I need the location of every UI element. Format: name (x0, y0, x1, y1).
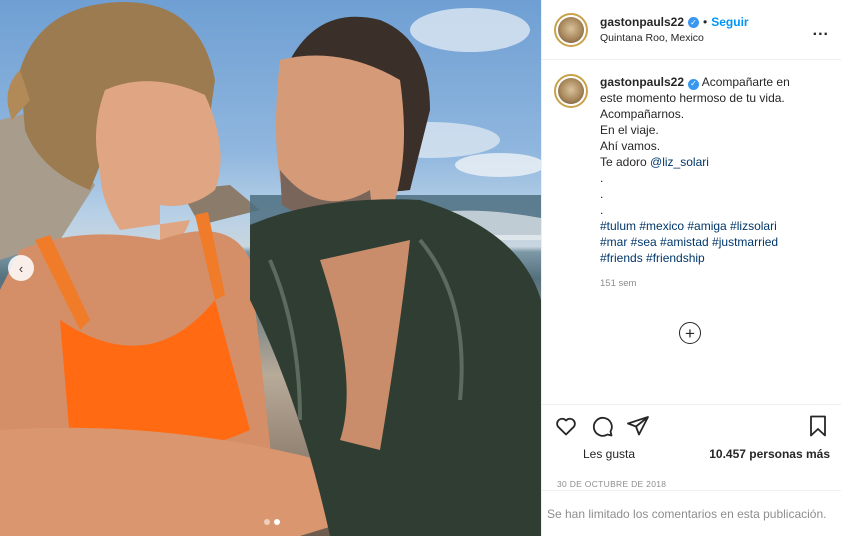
header-separator: • (703, 15, 708, 29)
caption-line: este momento hermoso de tu vida. (600, 91, 785, 105)
caption-dot: . (600, 203, 604, 217)
share-icon[interactable] (626, 414, 650, 438)
likes-row: Les gusta 10.457 personas más (542, 447, 841, 461)
hashtag-line[interactable]: #mar #sea #amistad #justmarried (600, 234, 790, 250)
add-comment-icon[interactable]: + (679, 322, 701, 344)
caption-dot: . (600, 171, 604, 185)
hashtag-line[interactable]: #friends #friendship (600, 250, 790, 266)
caption-line: Acompañarte en (701, 75, 790, 89)
post-date: 30 DE OCTUBRE DE 2018 (557, 479, 667, 489)
carousel-indicator (264, 519, 280, 525)
post-header: gastonpauls22 ✓ • Seguir Quintana Roo, M… (542, 0, 841, 60)
likes-count[interactable]: 10.457 personas más (709, 447, 830, 461)
chevron-left-icon: ‹ (18, 260, 24, 276)
comments-limited-notice: Se han limitado los comentarios en esta … (542, 490, 841, 536)
verified-icon: ✓ (688, 16, 700, 28)
caption-line: Ahí vamos. (600, 139, 661, 153)
time-ago: 151 sem (600, 278, 637, 289)
caption-mention-line: Te adoro @liz_solari (600, 154, 790, 170)
caption: gastonpauls22 ✓ Acompañarte en este momen… (542, 60, 841, 402)
heart-icon[interactable] (554, 414, 578, 438)
likes-label: Les gusta (583, 447, 636, 461)
avatar[interactable] (554, 12, 588, 47)
caption-mention-prefix: Te adoro (600, 155, 651, 169)
post-photo[interactable]: ‹ (0, 0, 541, 536)
comment-icon[interactable] (590, 414, 614, 438)
hashtag-line[interactable]: #tulum #mexico #amiga #lizsolari (600, 218, 790, 234)
post-panel: gastonpauls22 ✓ • Seguir Quintana Roo, M… (541, 0, 841, 536)
caption-dot: . (600, 187, 604, 201)
follow-button[interactable]: Seguir (711, 15, 748, 29)
header-username[interactable]: gastonpauls22 (600, 15, 684, 29)
photo-illustration (0, 1, 541, 536)
carousel-dot (264, 519, 270, 525)
caption-line: En el viaje. (600, 123, 659, 137)
caption-line: Acompañarnos. (600, 107, 685, 121)
carousel-previous-button[interactable]: ‹ (8, 255, 34, 281)
carousel-dot-active (274, 519, 280, 525)
mention-link[interactable]: @liz_solari (650, 155, 709, 169)
location-link[interactable]: Quintana Roo, Mexico (600, 32, 749, 44)
caption-username[interactable]: gastonpauls22 (600, 75, 684, 89)
action-bar: Les gusta 10.457 personas más 30 DE OCTU… (542, 404, 841, 489)
more-options-icon[interactable]: ... (813, 22, 829, 40)
verified-icon: ✓ (688, 78, 700, 90)
bookmark-icon[interactable] (806, 414, 830, 438)
caption-avatar[interactable] (554, 74, 588, 108)
